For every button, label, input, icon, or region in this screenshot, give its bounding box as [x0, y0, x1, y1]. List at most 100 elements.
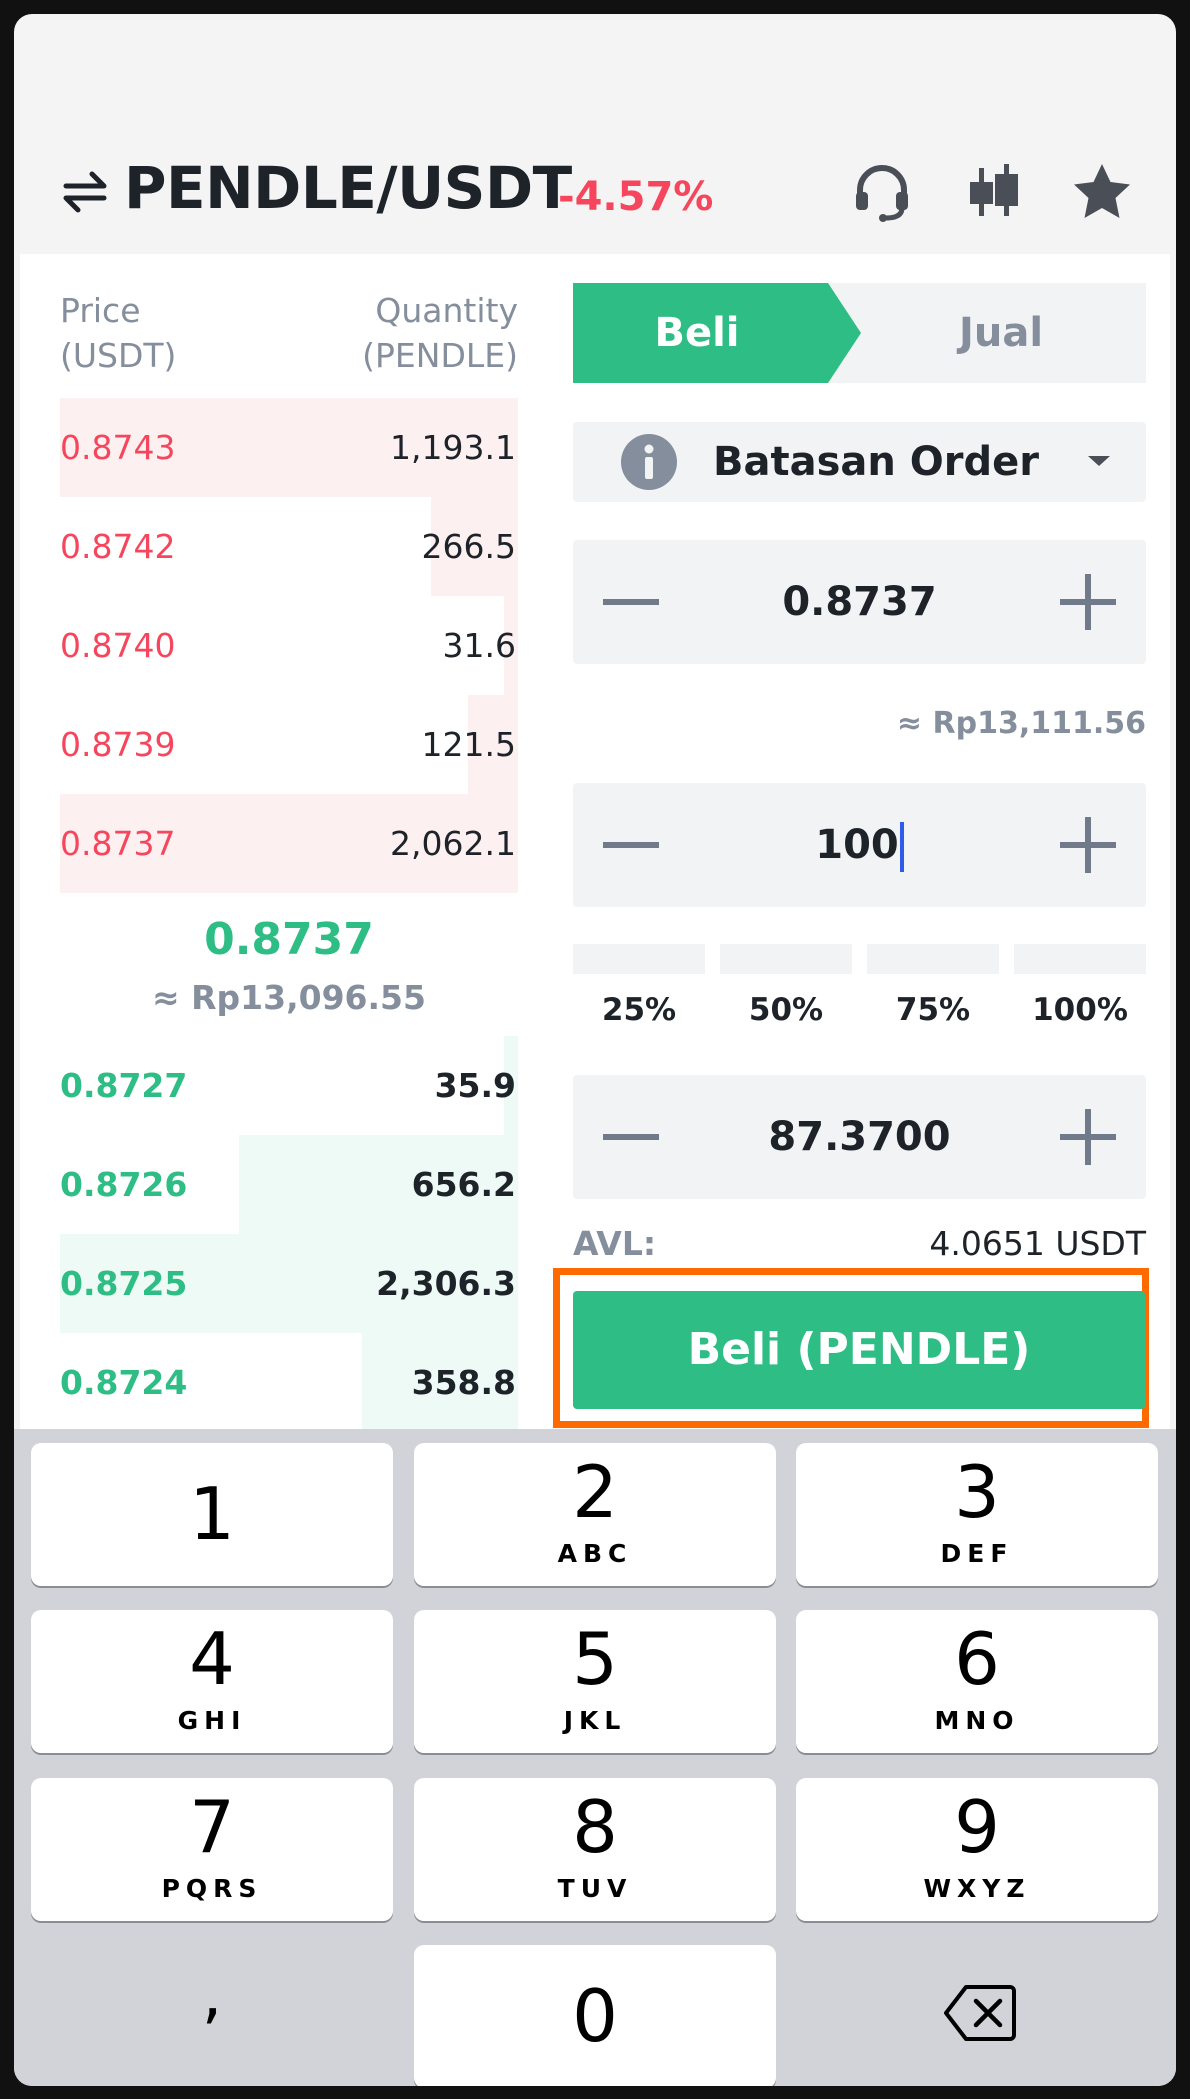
headset-icon[interactable] [850, 160, 914, 224]
backspace-icon[interactable] [944, 1983, 1016, 2043]
key-8[interactable]: 8 TUV [414, 1778, 776, 1921]
price-increment-button[interactable] [1058, 572, 1118, 632]
pair-title[interactable]: PENDLE/USDT [124, 154, 572, 222]
chevron-down-icon [1088, 456, 1110, 466]
amount-decrement-button[interactable] [601, 815, 661, 875]
price-header-label: Price [60, 291, 141, 330]
price-stepper: 0.8737 [573, 540, 1146, 664]
key-2[interactable]: 2 ABC [414, 1443, 776, 1586]
price-input[interactable]: 0.8737 [683, 540, 1036, 664]
available-label: AVL: [573, 1224, 657, 1263]
bid-price: 0.8724 [60, 1363, 188, 1402]
trade-panel: Price (USDT) Quantity (PENDLE) 0.8743 1,… [20, 254, 1170, 1429]
key-digit: 0 [572, 1974, 618, 2058]
bid-row[interactable]: 0.8727 35.9 [60, 1036, 518, 1135]
amount-increment-button[interactable] [1058, 815, 1118, 875]
key-9[interactable]: 9 WXYZ [796, 1778, 1158, 1921]
phone-screen: PENDLE/USDT -4.57% Price (USDT) Quantity [14, 14, 1176, 2086]
key-letters: TUV [557, 1874, 633, 1903]
key-7[interactable]: 7 PQRS [31, 1778, 393, 1921]
ask-quantity: 266.5 [421, 527, 516, 566]
ask-price: 0.8743 [60, 428, 176, 467]
bid-quantity: 358.8 [411, 1363, 516, 1402]
price-change-badge: -4.57% [558, 174, 714, 220]
percent-50-segment[interactable] [720, 944, 852, 974]
ask-quantity: 31.6 [442, 626, 516, 665]
total-stepper: 87.3700 [573, 1075, 1146, 1199]
available-balance: 4.0651 USDT [929, 1224, 1146, 1263]
tab-sell[interactable]: Jual [816, 283, 1146, 383]
key-4[interactable]: 4 GHI [31, 1610, 393, 1753]
bid-price: 0.8725 [60, 1264, 188, 1303]
bid-quantity: 2,306.3 [376, 1264, 516, 1303]
bid-row[interactable]: 0.8725 2,306.3 [60, 1234, 518, 1333]
key-digit: 9 [954, 1785, 1000, 1869]
bid-quantity: 35.9 [434, 1066, 516, 1105]
total-input[interactable]: 87.3700 [683, 1075, 1036, 1199]
ask-price: 0.8737 [60, 824, 176, 863]
key-letters: GHI [177, 1706, 247, 1735]
ask-quantity: 2,062.1 [390, 824, 516, 863]
ask-price: 0.8739 [60, 725, 176, 764]
amount-input[interactable]: 100 [683, 783, 1036, 907]
last-price-fiat: ≈ Rp13,096.55 [152, 978, 426, 1017]
key-letters: ABC [557, 1539, 633, 1568]
price-header-unit: (USDT) [60, 336, 177, 375]
price-decrement-button[interactable] [601, 572, 661, 632]
swap-icon[interactable] [60, 166, 110, 216]
bid-price: 0.8727 [60, 1066, 188, 1105]
order-type-dropdown[interactable]: Batasan Order [573, 422, 1146, 502]
percent-75-label[interactable]: 75% [867, 992, 999, 1028]
ask-quantity: 121.5 [421, 725, 516, 764]
key-6[interactable]: 6 MNO [796, 1610, 1158, 1753]
key-digit: 4 [189, 1617, 235, 1701]
star-icon[interactable] [1070, 160, 1134, 224]
key-digit: 7 [189, 1785, 235, 1869]
buy-button[interactable]: Beli (PENDLE) [573, 1291, 1145, 1409]
total-increment-button[interactable] [1058, 1107, 1118, 1167]
ask-price: 0.8740 [60, 626, 176, 665]
bid-row[interactable]: 0.8724 358.8 [60, 1333, 518, 1429]
percent-25-segment[interactable] [573, 944, 705, 974]
percent-100-label[interactable]: 100% [1014, 992, 1146, 1028]
percent-50-label[interactable]: 50% [720, 992, 852, 1028]
ask-row[interactable]: 0.8739 121.5 [60, 695, 518, 794]
key-comma[interactable]: , [31, 1945, 393, 2086]
key-letters: WXYZ [923, 1874, 1031, 1903]
key-5[interactable]: 5 JKL [414, 1610, 776, 1753]
key-0[interactable]: 0 [414, 1945, 776, 2086]
ask-row[interactable]: 0.8740 31.6 [60, 596, 518, 695]
key-digit: 5 [572, 1617, 618, 1701]
percent-100-segment[interactable] [1014, 944, 1146, 974]
last-price[interactable]: 0.8737 [60, 914, 518, 965]
ask-row[interactable]: 0.8742 266.5 [60, 497, 518, 596]
order-type-label: Batasan Order [713, 439, 1040, 485]
key-digit: 3 [954, 1450, 1000, 1534]
key-digit: 1 [189, 1472, 235, 1556]
key-letters: PQRS [161, 1874, 263, 1903]
key-1[interactable]: 1 [31, 1443, 393, 1586]
info-icon[interactable] [621, 434, 677, 490]
price-column-header: Price (USDT) [60, 288, 176, 378]
trade-header: PENDLE/USDT -4.57% [14, 14, 1176, 254]
key-letters: MNO [934, 1706, 1020, 1735]
percent-75-segment[interactable] [867, 944, 999, 974]
quantity-column-header: Quantity (PENDLE) [362, 288, 518, 378]
tab-buy[interactable]: Beli [573, 283, 861, 383]
bid-price: 0.8726 [60, 1165, 188, 1204]
amount-value: 100 [815, 822, 899, 868]
key-3[interactable]: 3 DEF [796, 1443, 1158, 1586]
ask-quantity: 1,193.1 [390, 428, 516, 467]
ask-row[interactable]: 0.8737 2,062.1 [60, 794, 518, 893]
numeric-keyboard: 1 2 ABC 3 DEF 4 GHI 5 JKL 6 MNO 7 PQRS 8… [14, 1429, 1176, 2086]
ask-row[interactable]: 0.8743 1,193.1 [60, 398, 518, 497]
key-digit: 2 [572, 1450, 618, 1534]
percent-25-label[interactable]: 25% [573, 992, 705, 1028]
amount-stepper: 100 [573, 783, 1146, 907]
candlestick-icon[interactable] [962, 160, 1026, 224]
key-digit: 6 [954, 1617, 1000, 1701]
key-digit: 8 [572, 1785, 618, 1869]
bid-row[interactable]: 0.8726 656.2 [60, 1135, 518, 1234]
key-letters: DEF [940, 1539, 1014, 1568]
total-decrement-button[interactable] [601, 1107, 661, 1167]
